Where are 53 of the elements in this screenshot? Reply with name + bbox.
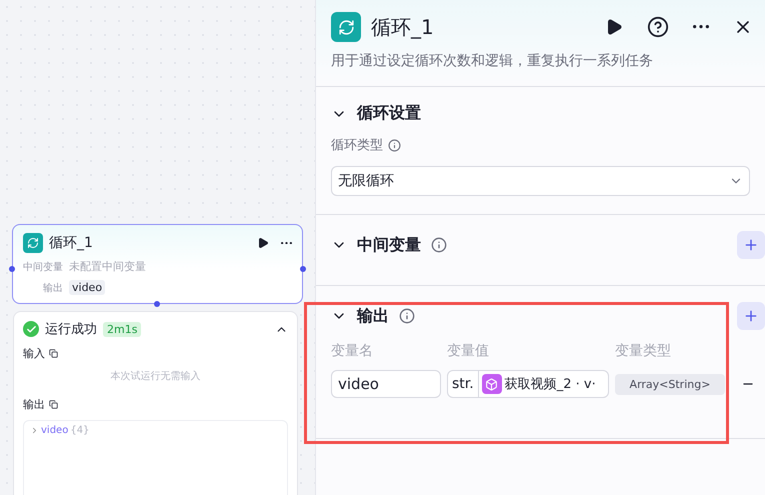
empty-message: 本次试运行无需输入: [110, 370, 202, 383]
panel-title: 循环_1: [371, 14, 435, 40]
node-title: 循环_1: [49, 234, 94, 252]
tree-item[interactable]: video {4}: [30, 425, 90, 436]
section-label: 输入: [23, 346, 45, 361]
copy-button[interactable]: [49, 400, 58, 409]
loop-type-select[interactable]: 无限循环: [331, 166, 750, 196]
section-title: 循环设置: [357, 103, 421, 124]
duration-badge: 2m1s: [103, 322, 142, 336]
output-chip: video: [69, 280, 106, 295]
column-header: 变量类型: [615, 342, 672, 360]
section-title: 输出: [357, 306, 389, 326]
reference-text: 获取视频_2 · v·: [504, 376, 596, 393]
field-value: 未配置中间变量: [69, 259, 146, 274]
more-icon: [281, 242, 292, 244]
copy-button[interactable]: [49, 349, 58, 358]
field-label: 循环类型: [331, 137, 383, 154]
variable-value-field[interactable]: str. 获取视频_2 · v·: [447, 370, 609, 398]
connection-handle[interactable]: [300, 266, 306, 272]
help-icon: [647, 16, 669, 38]
more-button[interactable]: [281, 242, 292, 244]
loop-icon: [331, 12, 361, 42]
panel-description: 用于通过设定循环次数和逻辑，重复执行一系列任务: [331, 52, 654, 70]
column-header: 变量值: [447, 342, 490, 360]
play-icon: [257, 237, 269, 249]
plus-icon: [743, 237, 759, 253]
loop-node[interactable]: 循环_1 中间变量 未配置中间变量 输出 video: [12, 224, 303, 304]
info-icon: [388, 138, 401, 152]
add-button[interactable]: [737, 302, 765, 330]
copy-icon: [49, 349, 58, 358]
copy-icon: [49, 400, 58, 409]
type-tag: Array<String>: [615, 374, 725, 394]
success-icon: [23, 321, 39, 337]
connection-handle[interactable]: [9, 266, 15, 272]
help-button[interactable]: [647, 16, 669, 38]
variable-name-field[interactable]: video: [331, 370, 441, 398]
loop-icon: [23, 233, 43, 253]
run-status: 运行成功: [45, 321, 97, 338]
cube-icon: [482, 374, 502, 394]
add-button[interactable]: [737, 231, 765, 259]
play-button[interactable]: [257, 237, 269, 249]
column-header: 变量名: [331, 342, 374, 360]
field-label: 中间变量: [23, 260, 63, 274]
chevron-right-icon: [30, 426, 39, 435]
field-label: 输出: [43, 282, 63, 294]
play-icon: [605, 18, 623, 36]
section-label: 输出: [23, 397, 45, 412]
connection-handle[interactable]: [154, 301, 160, 307]
plus-icon: [743, 308, 759, 324]
section-title: 中间变量: [357, 234, 421, 256]
more-button[interactable]: [693, 25, 709, 29]
more-icon: [693, 25, 709, 29]
play-button[interactable]: [605, 18, 623, 36]
